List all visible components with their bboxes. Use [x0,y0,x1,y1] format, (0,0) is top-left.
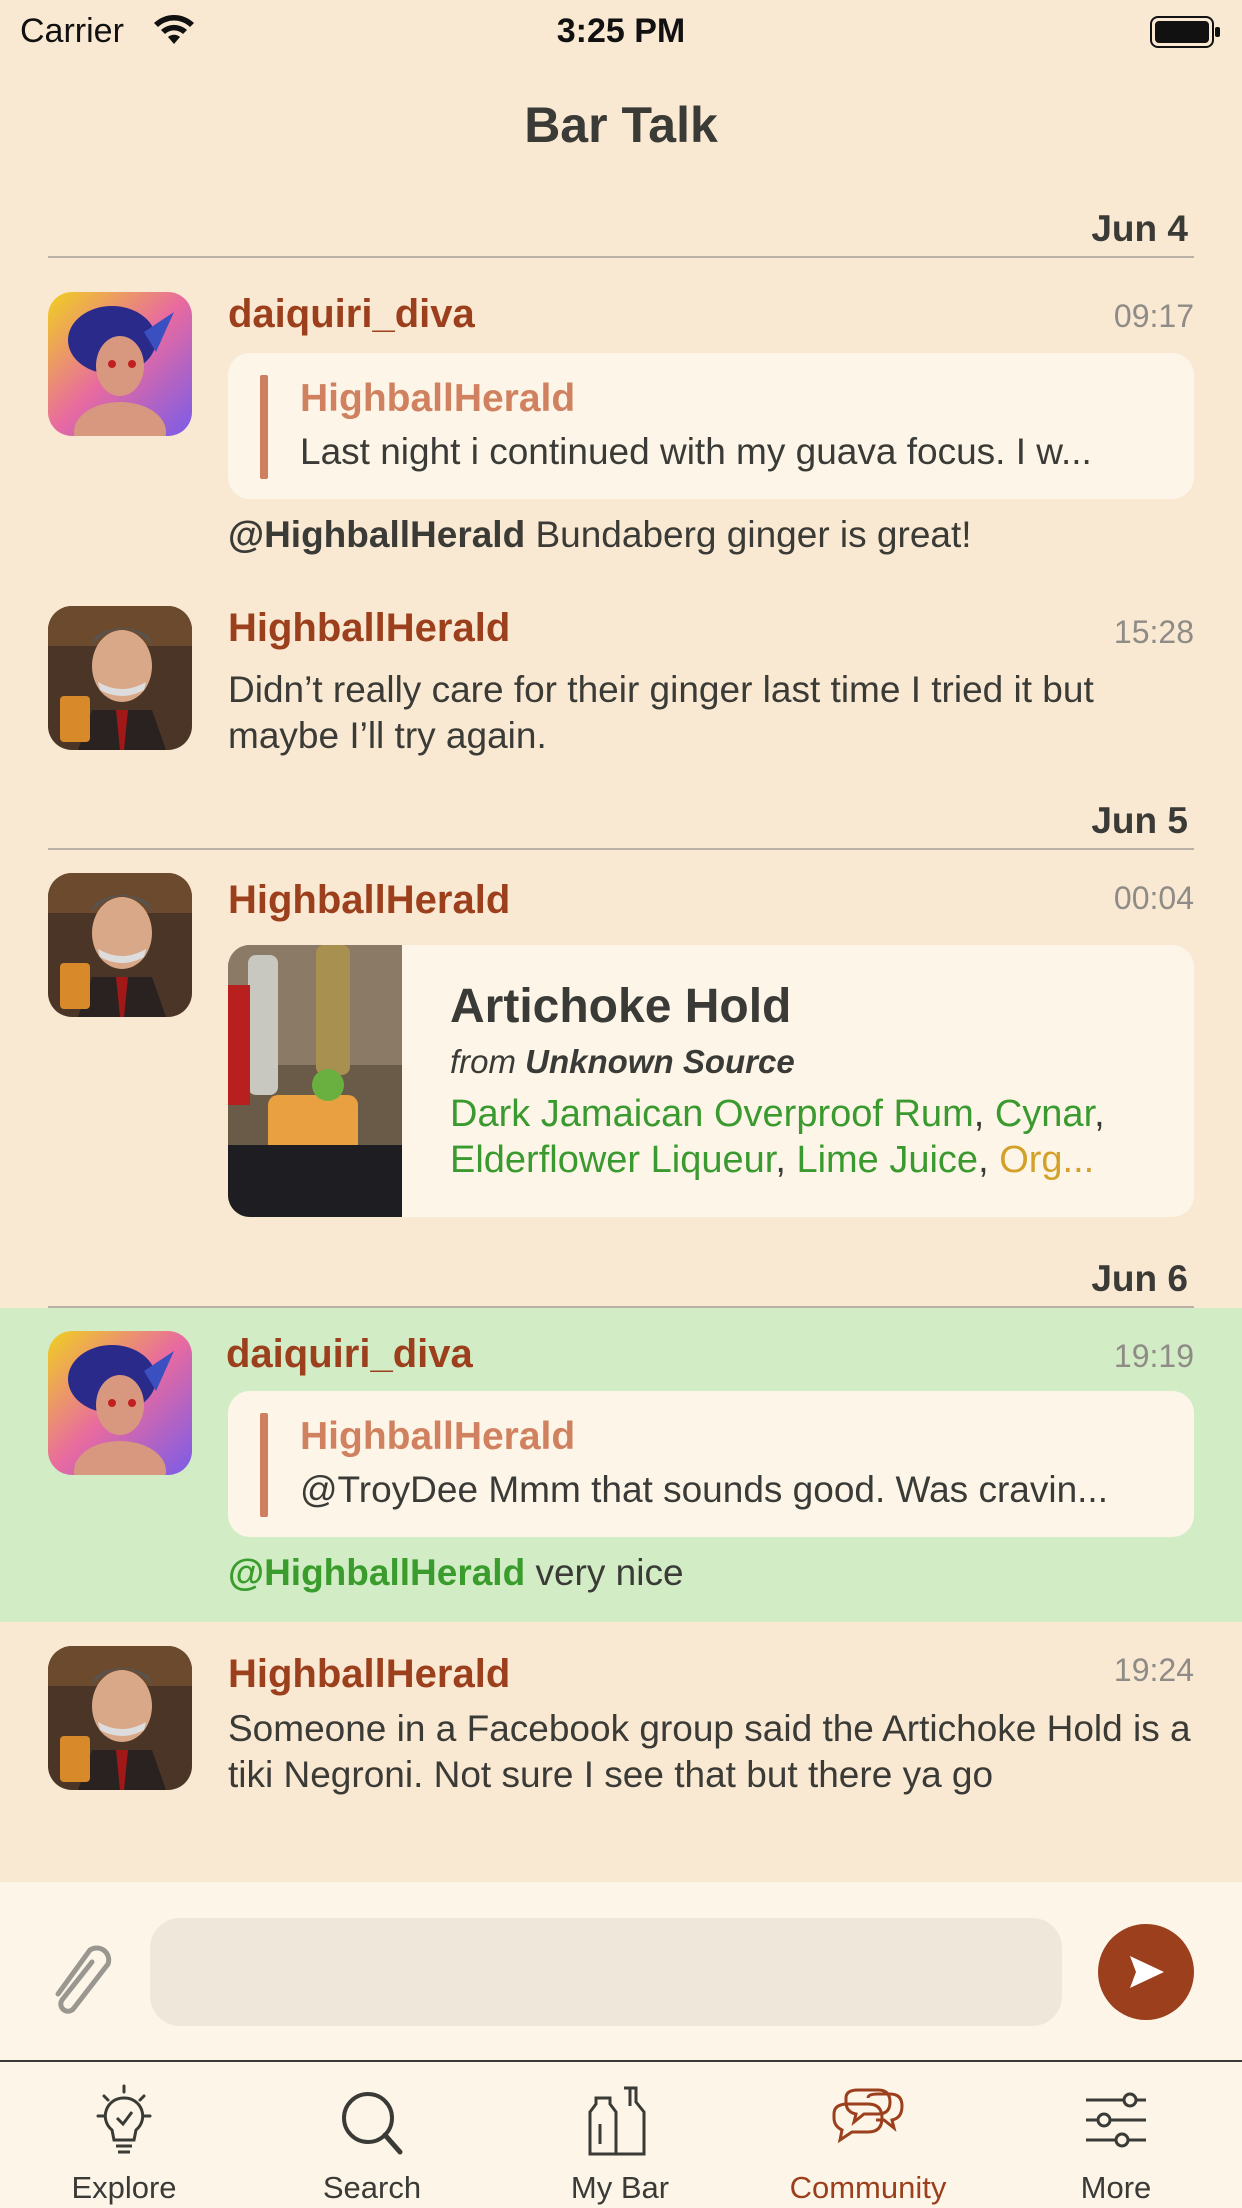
ingredient: Dark Jamaican Overproof Rum [450,1093,974,1135]
reply-quote[interactable]: HighballHerald Last night i continued wi… [228,353,1194,499]
reply-quote[interactable]: HighballHerald @TroyDee Mmm that sounds … [228,1391,1194,1537]
recipe-card[interactable]: Artichoke Hold from Unknown Source Dark … [228,945,1194,1217]
tab-more[interactable]: More [992,2062,1240,2208]
message-time: 15:28 [1113,614,1194,650]
status-bar: Carrier 3:25 PM [0,0,1242,62]
tab-label: Community [789,2170,947,2205]
send-icon [1130,1956,1164,1988]
message-input[interactable] [150,1918,1062,2026]
message-author[interactable]: HighballHerald [228,878,510,923]
sliders-icon [1086,2092,1146,2148]
message-author[interactable]: daiquiri_diva [228,292,475,337]
message-author[interactable]: HighballHerald [228,1652,510,1697]
tab-label: Search [322,2170,422,2205]
tab-search[interactable]: Search [248,2062,496,2208]
ingredient: Lime Juice [796,1139,979,1181]
lightbulb-icon [96,2084,152,2154]
date-label: Jun 5 [1091,800,1188,841]
message-author[interactable]: daiquiri_diva [226,1332,473,1377]
tab-label: My Bar [570,2170,670,2205]
avatar-herald-image [48,1646,192,1790]
avatar-herald-image [48,873,192,1017]
quote-text: Last night i continued with my guava foc… [300,431,1092,472]
date-label: Jun 4 [1091,208,1188,249]
recipe-photo [228,945,402,1217]
ingredient: Org... [999,1139,1095,1181]
message-text: Didn’t really care for their ginger last… [228,669,1094,756]
date-label: Jun 6 [1091,1258,1188,1299]
message-text: @HighballHerald Bundaberg ginger is grea… [228,512,1198,558]
bottles-icon [588,2086,646,2156]
mention-link[interactable]: @HighballHerald [228,1552,525,1593]
message-text: @HighballHerald very nice [228,1550,1198,1596]
date-separator: Jun 5 [48,800,1194,850]
clock: 3:25 PM [556,12,686,50]
mention-link[interactable]: @HighballHerald [228,514,525,555]
tab-explore[interactable]: Explore [0,2062,248,2208]
avatar[interactable] [48,606,192,750]
paperclip-icon[interactable] [44,1934,116,2014]
message-body: Bundaberg ginger is great! [525,514,972,555]
date-separator: Jun 6 [48,1258,1194,1308]
recipe-source: from Unknown Source [450,1043,795,1080]
quote-bar [260,1413,268,1517]
tab-my-bar[interactable]: My Bar [496,2062,744,2208]
recipe-source-name: Unknown Source [525,1043,795,1080]
quote-bar [260,375,268,479]
page-title: Bar Talk [524,97,718,153]
battery-icon [1150,16,1220,48]
message-body: very nice [525,1552,684,1593]
quote-author: HighballHerald [300,1415,576,1458]
tab-bar: Explore Search My Bar Community More [0,2060,1242,2208]
message-time: 19:19 [1113,1338,1194,1374]
ingredient: Cynar [994,1093,1095,1135]
message-composer [0,1882,1242,2060]
tab-label: More [1080,2170,1152,2205]
chat-bubbles-icon [832,2088,904,2144]
tab-community[interactable]: Community [744,2062,992,2208]
avatar-diva-image [48,1331,192,1475]
message-text: Someone in a Facebook group said the Art… [228,1708,1191,1795]
recipe-ingredients: Dark Jamaican Overproof Rum, Cynar, Elde… [450,1093,1105,1181]
quote-text: @TroyDee Mmm that sounds good. Was cravi… [300,1469,1108,1510]
search-icon [342,2092,403,2155]
avatar[interactable] [48,292,192,436]
date-separator: Jun 4 [48,208,1194,258]
message-time: 19:24 [1113,1652,1194,1688]
avatar[interactable] [48,1331,192,1475]
avatar-diva-image [48,292,192,436]
send-button[interactable] [1098,1924,1194,2020]
avatar-herald-image [48,606,192,750]
message-time: 00:04 [1113,880,1194,916]
recipe-title: Artichoke Hold [450,980,792,1033]
quote-author: HighballHerald [300,377,576,420]
avatar[interactable] [48,873,192,1017]
message-author[interactable]: HighballHerald [228,606,510,651]
ingredient: Elderflower Liqueur [450,1139,776,1181]
message-time: 09:17 [1113,298,1194,334]
avatar[interactable] [48,1646,192,1790]
tab-label: Explore [71,2170,177,2205]
